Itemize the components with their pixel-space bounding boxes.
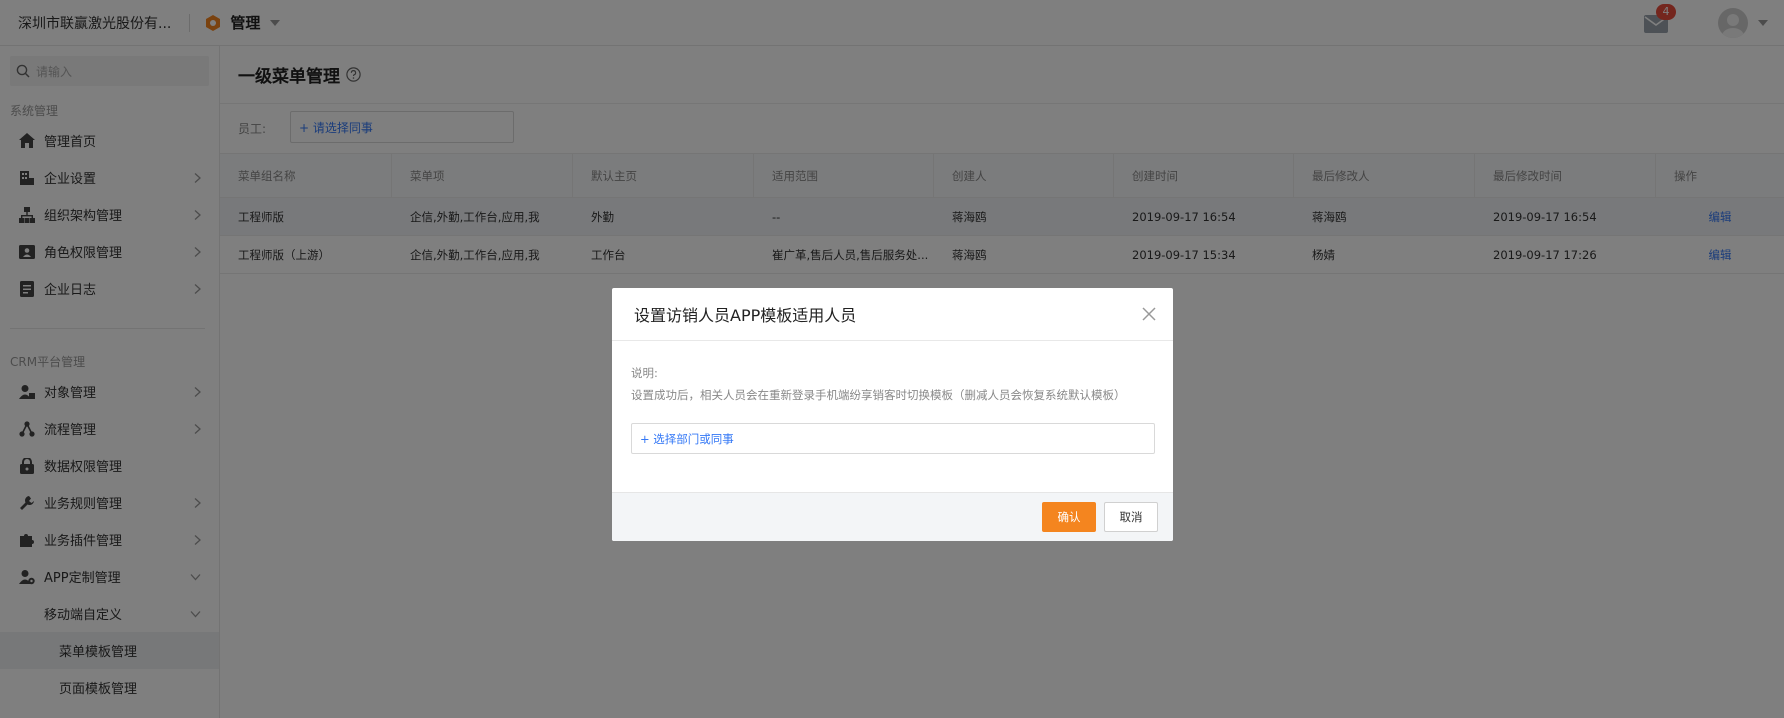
description-text: 设置成功后，相关人员会在重新登录手机端纷享销客时切换模板（删减人员会恢复系统默认… bbox=[631, 388, 1126, 402]
dialog-body: 说明: 设置成功后，相关人员会在重新登录手机端纷享销客时切换模板（删减人员会恢复… bbox=[612, 341, 1173, 454]
close-icon[interactable] bbox=[1141, 306, 1157, 322]
dialog-header: 设置访销人员APP模板适用人员 bbox=[612, 288, 1173, 341]
confirm-button[interactable]: 确认 bbox=[1042, 502, 1096, 532]
cancel-button[interactable]: 取消 bbox=[1104, 502, 1158, 532]
dialog-footer: 确认 取消 bbox=[612, 492, 1173, 541]
department-or-colleague-select[interactable]: + 选择部门或同事 bbox=[631, 423, 1155, 454]
assign-users-dialog: 设置访销人员APP模板适用人员 说明: 设置成功后，相关人员会在重新登录手机端纷… bbox=[612, 288, 1173, 541]
dialog-title: 设置访销人员APP模板适用人员 bbox=[634, 306, 857, 325]
description-label: 说明: bbox=[631, 366, 658, 380]
